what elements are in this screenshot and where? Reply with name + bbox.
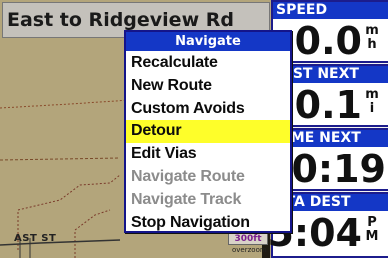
navigate-menu: Navigate Recalculate New Route Custom Av… [124,30,292,233]
menu-item-navigate-track: Navigate Track [131,190,242,208]
menu-item-detour[interactable]: Detour [126,120,290,144]
gps-screen: East to Ridgeview Rd AST ST 300ft overzo… [0,0,388,258]
unit-bottom: M [365,229,379,244]
scale-unit: ft [253,234,262,244]
field-value: 0.1 [294,83,362,127]
field-unit: P M [364,216,380,244]
field-unit: m h [364,24,380,52]
field-unit: m i [364,88,380,116]
unit-bottom: i [369,101,375,116]
boundary-line [0,157,121,161]
unit-top: m [365,23,379,38]
unit-bottom: h [367,37,377,52]
overzoom-label: overzoom [232,246,267,254]
menu-title: Navigate [126,32,290,51]
menu-items: Recalculate New Route Custom Avoids Deto… [126,52,290,234]
menu-item-recalculate[interactable]: Recalculate [126,52,290,75]
unit-top: m [365,87,379,102]
menu-item-custom-avoids[interactable]: Custom Avoids [126,98,290,121]
unit-top: P [367,215,377,230]
menu-item-new-route[interactable]: New Route [126,75,290,98]
boundary-line [0,99,131,109]
menu-item-navigate-route: Navigate Route [131,167,245,185]
menu-item-edit-vias[interactable]: Edit Vias [126,143,290,166]
street-label: AST ST [14,233,57,244]
boundary-line [74,209,111,258]
field-value: 0.0 [294,19,362,63]
menu-item-stop-navigation[interactable]: Stop Navigation [126,212,290,235]
field-label: SPEED [273,2,388,19]
scale-value: 300 [234,234,254,244]
map-scale: 300ft [228,233,268,245]
